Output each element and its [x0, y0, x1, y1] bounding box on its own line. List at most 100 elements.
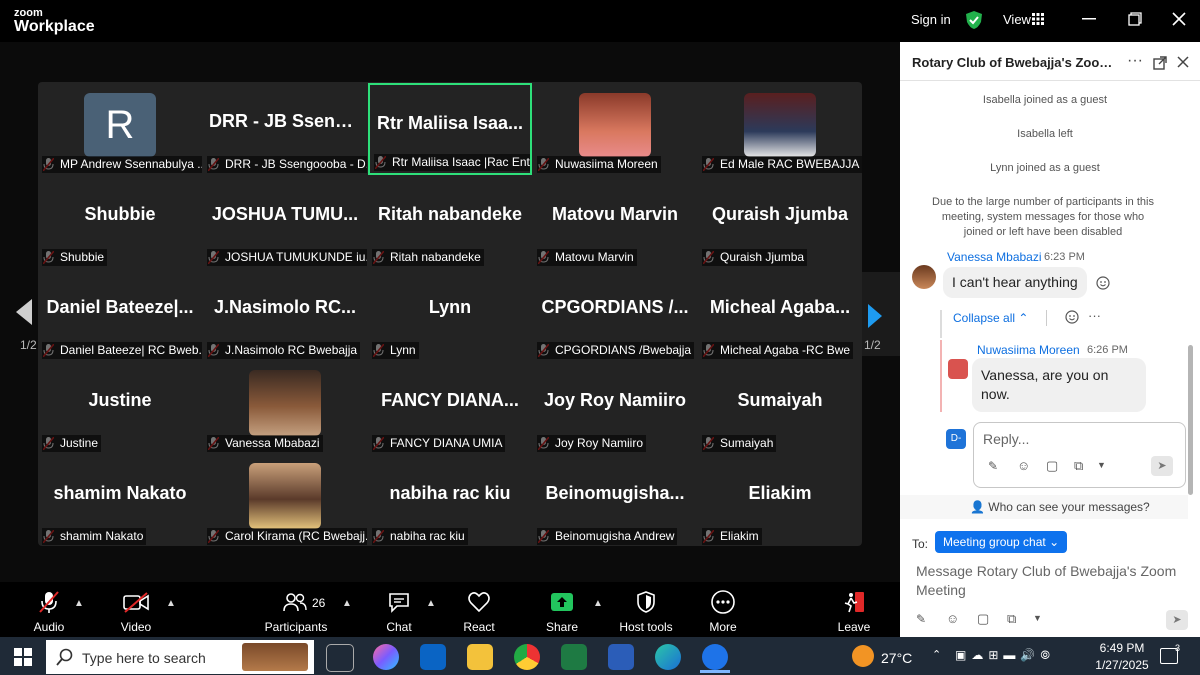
sign-in-button[interactable]: Sign in	[911, 12, 951, 27]
view-button[interactable]: View	[1003, 12, 1031, 27]
participant-photo	[744, 93, 816, 157]
add-reaction-icon[interactable]	[1096, 276, 1110, 290]
system-tray-icons[interactable]: ▣☁⊞▬🔊⦾	[955, 648, 1055, 663]
chat-scrollbar[interactable]	[1188, 345, 1193, 495]
participant-tile[interactable]: Nuwasiima Moreen	[533, 83, 697, 175]
zoom-icon[interactable]	[702, 644, 728, 670]
participant-tile[interactable]: Micheal Agaba... Micheal Agaba -RC Bwe	[698, 269, 862, 361]
participant-tile[interactable]: FANCY DIANA... FANCY DIANA UMIA	[368, 362, 532, 454]
leave-button[interactable]: Leave	[819, 590, 889, 634]
system-message: Lynn joined as a guest	[990, 162, 1100, 174]
word-icon[interactable]	[608, 644, 634, 670]
file-icon[interactable]: ▢	[977, 611, 989, 627]
participant-tile[interactable]: Joy Roy Namiiro Joy Roy Namiiro	[533, 362, 697, 454]
participant-tile[interactable]: Carol Kirama (RC Bwebajj...	[203, 455, 367, 547]
participant-tile[interactable]: Sumaiyah Sumaiyah	[698, 362, 862, 454]
chat-options-caret[interactable]: ▲	[426, 598, 436, 609]
participant-tile[interactable]: CPGORDIANS /... CPGORDIANS /Bwebajja	[533, 269, 697, 361]
send-icon[interactable]: ➤	[1166, 610, 1188, 630]
host-tools-label: Host tools	[619, 620, 673, 634]
my-avatar: D-	[946, 429, 966, 449]
collapse-all-link[interactable]: Collapse all ⌃	[953, 311, 1028, 325]
participant-tile[interactable]: Justine Justine	[38, 362, 202, 454]
participant-tile[interactable]: Vanessa Mbabazi	[203, 362, 367, 454]
participant-tile[interactable]: Quraish Jjumba Quraish Jjumba	[698, 176, 862, 268]
video-options-caret[interactable]: ▲	[166, 598, 176, 609]
thread-line	[940, 310, 942, 338]
prev-page-icon[interactable]	[14, 298, 34, 326]
clock-time: 6:49 PM	[1099, 641, 1145, 655]
more-button[interactable]: More	[688, 590, 758, 634]
chevron-down-icon[interactable]: ▼	[1097, 460, 1106, 470]
participant-name-label: Lynn	[372, 342, 419, 359]
recipient-dropdown[interactable]: Meeting group chat ⌄	[935, 531, 1068, 553]
share-button[interactable]: Share	[527, 590, 597, 634]
edge-icon[interactable]	[655, 644, 681, 670]
participant-name-label: Ed Male RAC BWEBAJJA	[702, 156, 862, 173]
react-button[interactable]: React	[444, 590, 514, 634]
participant-tile[interactable]: JOSHUA TUMU... JOSHUA TUMUKUNDE iu...	[203, 176, 367, 268]
shield-check-icon[interactable]	[965, 10, 983, 30]
next-page-icon[interactable]	[866, 303, 884, 329]
message-input[interactable]: Message Rotary Club of Bwebajja's Zoom M…	[916, 562, 1186, 600]
participant-tile[interactable]: Rtr Maliisa Isaa... Rtr Maliisa Isaac |Ra…	[368, 83, 532, 175]
audio-button[interactable]: Audio	[14, 590, 84, 634]
participant-tile[interactable]: Matovu Marvin Matovu Marvin	[533, 176, 697, 268]
popout-icon[interactable]	[1153, 56, 1167, 70]
participant-name-label: Ritah nabandeke	[372, 249, 484, 266]
restore-icon[interactable]	[1128, 12, 1142, 26]
participant-tile[interactable]: Ritah nabandeke Ritah nabandeke	[368, 176, 532, 268]
participant-tile[interactable]: J.Nasimolo RC... J.Nasimolo RC Bwebajja	[203, 269, 367, 361]
audio-options-caret[interactable]: ▲	[74, 598, 84, 609]
excel-icon[interactable]	[561, 644, 587, 670]
screenshot-icon[interactable]: ⧉	[1007, 611, 1016, 627]
participant-tile[interactable]: Beinomugisha... Beinomugisha Andrew	[533, 455, 697, 547]
participant-tile[interactable]: Shubbie Shubbie	[38, 176, 202, 268]
grid-view-icon[interactable]	[1032, 13, 1044, 25]
copilot-icon[interactable]	[373, 644, 399, 670]
share-options-caret[interactable]: ▲	[593, 598, 603, 609]
participant-name-label: Joy Roy Namiiro	[537, 435, 647, 452]
task-view-icon[interactable]	[326, 644, 354, 672]
reaction-icon[interactable]	[1065, 310, 1079, 324]
host-tools-button[interactable]: Host tools	[611, 590, 681, 634]
windows-start-icon[interactable]	[14, 648, 32, 666]
participant-name-label: Sumaiyah	[702, 435, 777, 452]
reply-input[interactable]: Reply...	[983, 431, 1029, 447]
chat-button[interactable]: Chat	[364, 590, 434, 634]
emoji-icon[interactable]: ☺	[1017, 458, 1030, 473]
participant-tile[interactable]: Daniel Bateeze|... Daniel Bateeze| RC Bwe…	[38, 269, 202, 361]
participant-display-name: shamim Nakato	[53, 483, 187, 503]
who-can-see-link[interactable]: 👤 Who can see your messages?	[970, 500, 1150, 514]
thread-more-icon[interactable]: ···	[1088, 308, 1101, 323]
participant-tile[interactable]: Lynn Lynn	[368, 269, 532, 361]
format-icon[interactable]: ✎	[988, 459, 998, 473]
minimize-icon[interactable]	[1082, 18, 1096, 20]
search-placeholder: Type here to search	[82, 650, 206, 666]
participant-tile[interactable]: R MP Andrew Ssennabulya ...	[38, 83, 202, 175]
leave-label: Leave	[837, 620, 871, 634]
participant-tile[interactable]: nabiha rac kiu nabiha rac kiu	[368, 455, 532, 547]
send-reply-icon[interactable]: ➤	[1151, 456, 1173, 476]
close-window-icon[interactable]	[1172, 12, 1186, 26]
file-icon[interactable]: ▢	[1046, 458, 1058, 474]
weather-icon[interactable]	[852, 645, 874, 667]
chat-menu-icon[interactable]: ···	[1127, 52, 1143, 70]
file-explorer-icon[interactable]	[467, 644, 493, 670]
emoji-icon[interactable]: ☺	[946, 611, 959, 626]
chevron-down-icon[interactable]: ▼	[1033, 613, 1042, 623]
format-icon[interactable]: ✎	[916, 612, 926, 626]
chrome-icon[interactable]	[514, 644, 540, 670]
screenshot-icon[interactable]: ⧉	[1074, 458, 1083, 474]
participant-tile[interactable]: DRR - JB Sseng... DRR - JB Ssengoooba - D…	[203, 83, 367, 175]
chevron-up-icon[interactable]: ⌃	[932, 648, 941, 661]
participant-tile[interactable]: shamim Nakato shamim Nakato	[38, 455, 202, 547]
participants-options-caret[interactable]: ▲	[342, 598, 352, 609]
participant-tile[interactable]: Eliakim Eliakim	[698, 455, 862, 547]
participant-name-label: shamim Nakato	[42, 528, 147, 545]
close-chat-icon[interactable]	[1177, 56, 1189, 68]
outlook-icon[interactable]	[420, 644, 446, 670]
participant-tile[interactable]: Ed Male RAC BWEBAJJA	[698, 83, 862, 175]
participant-display-name: Eliakim	[748, 483, 812, 503]
video-button[interactable]: Video	[101, 590, 171, 634]
